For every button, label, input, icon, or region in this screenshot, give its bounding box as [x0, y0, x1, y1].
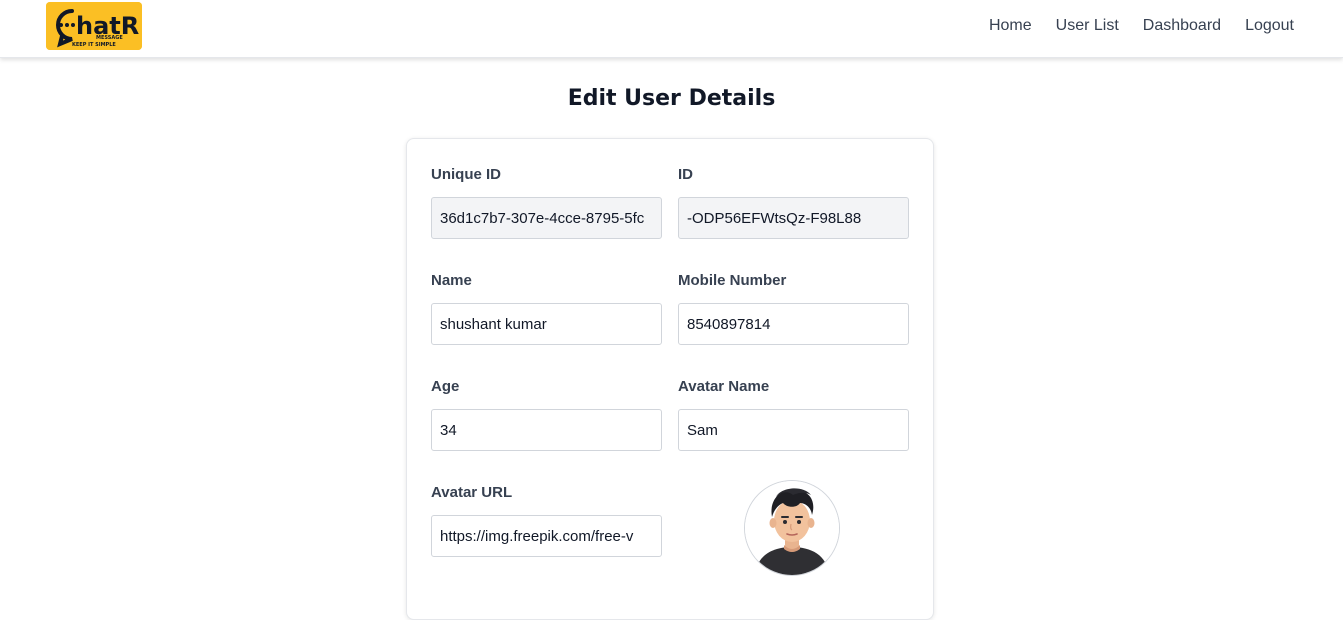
unique-id-field: Unique ID: [431, 165, 662, 239]
mobile-number-input[interactable]: [678, 303, 909, 345]
id-input[interactable]: [678, 197, 909, 239]
chatr-logo[interactable]: hatR MESSAGE KEEP IT SIMPLE: [46, 2, 142, 50]
avatar-name-label: Avatar Name: [678, 378, 770, 395]
svg-text:MESSAGE: MESSAGE: [96, 35, 123, 41]
name-label: Name: [431, 272, 472, 289]
svg-text:KEEP IT SIMPLE: KEEP IT SIMPLE: [72, 42, 116, 48]
mobile-number-label: Mobile Number: [678, 272, 787, 289]
name-field: Name: [431, 271, 662, 345]
avatar-url-label: Avatar URL: [431, 484, 513, 501]
nav-links: Home User List Dashboard Logout: [989, 16, 1294, 36]
age-field: Age: [431, 377, 662, 451]
name-input[interactable]: [431, 303, 662, 345]
mobile-number-field: Mobile Number: [678, 271, 909, 345]
nav-home-link[interactable]: Home: [989, 16, 1032, 36]
id-label: ID: [678, 166, 693, 183]
unique-id-label: Unique ID: [431, 166, 501, 183]
id-field: ID: [678, 165, 909, 239]
age-input[interactable]: [431, 409, 662, 451]
avatar-url-input[interactable]: [431, 515, 662, 557]
chat-bubble-logo-icon: hatR MESSAGE KEEP IT SIMPLE: [46, 2, 142, 50]
avatar-name-field: Avatar Name: [678, 377, 909, 451]
avatar-url-field: Avatar URL: [431, 483, 662, 557]
avatar-preview: [744, 480, 840, 576]
age-label: Age: [431, 378, 460, 395]
nav-user-list-link[interactable]: User List: [1056, 16, 1119, 36]
nav-dashboard-link[interactable]: Dashboard: [1143, 16, 1221, 36]
page-title: Edit User Details: [567, 86, 776, 111]
nav-logout-link[interactable]: Logout: [1245, 16, 1294, 36]
navbar: hatR MESSAGE KEEP IT SIMPLE Home User Li…: [0, 0, 1343, 58]
avatar-portrait-icon: [745, 481, 839, 575]
unique-id-input[interactable]: [431, 197, 662, 239]
avatar-name-input[interactable]: [678, 409, 909, 451]
